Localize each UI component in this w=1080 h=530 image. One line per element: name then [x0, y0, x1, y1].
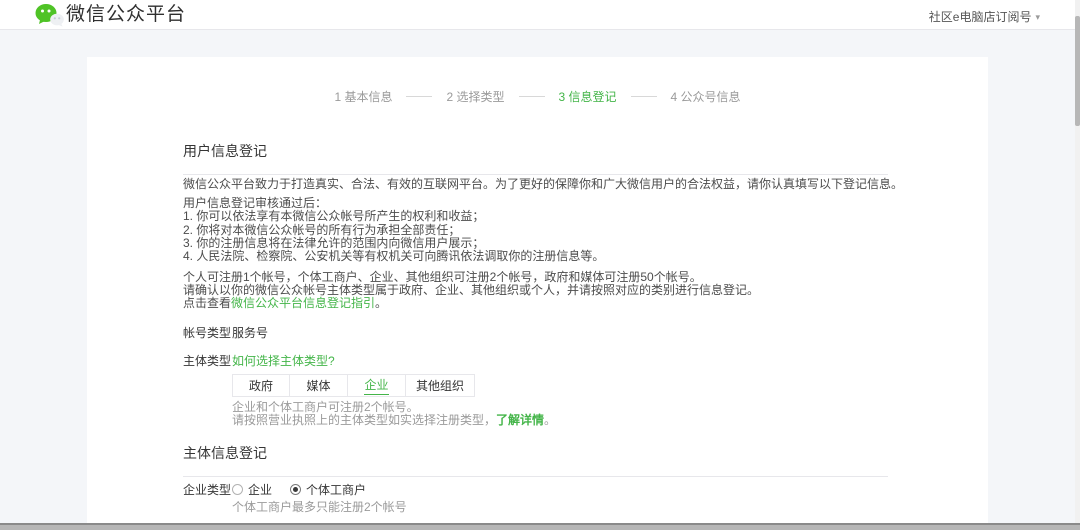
- scrollbar-track[interactable]: [1075, 0, 1080, 523]
- enterprise-type-options: 企业 个体工商户: [232, 481, 366, 498]
- top-header: 微信公众平台 社区e电脑店订阅号 ▾: [0, 0, 1080, 30]
- registration-guide-link[interactable]: 微信公众平台信息登记指引: [231, 296, 375, 310]
- audit-item-2: 2. 你将对本微信公众帐号的所有行为承担全部责任；: [183, 222, 461, 237]
- tab-government[interactable]: 政府: [232, 374, 290, 397]
- step-basic-info: 1 基本信息: [334, 90, 393, 104]
- tab-media[interactable]: 媒体: [290, 374, 348, 397]
- radio-option-individual-business[interactable]: 个体工商户: [290, 481, 366, 498]
- step-account-info: 4 公众号信息: [670, 90, 741, 104]
- guide-prefix: 点击查看: [183, 296, 232, 310]
- enterprise-type-label: 企业类型: [183, 483, 232, 497]
- license-note-text: 请按照营业执照上的主体类型如实选择注册类型，: [232, 413, 497, 427]
- page: 微信公众平台 社区e电脑店订阅号 ▾ 1 基本信息 2 选择类型 3 信息登记 …: [0, 0, 1080, 530]
- subject-info-heading: 主体信息登记: [183, 443, 888, 477]
- account-type-label: 帐号类型: [183, 326, 232, 340]
- subject-type-row: 主体类型 如何选择主体类型?: [183, 352, 335, 369]
- enterprise-type-note: 个体工商户最多只能注册2个帐号: [232, 500, 407, 514]
- wechat-logo-icon: [35, 3, 65, 27]
- guide-suffix: 。: [375, 296, 388, 310]
- step-separator: [630, 96, 657, 97]
- enterprise-type-row: 企业类型 企业 个体工商户: [183, 481, 366, 498]
- audit-item-1: 1. 你可以依法享有本微信公众帐号所产生的权利和收益；: [183, 209, 485, 224]
- scrollbar-thumb[interactable]: [1075, 16, 1080, 126]
- window-bottom-edge: [0, 523, 1080, 530]
- tab-note-license: 请按照营业执照上的主体类型如实选择注册类型，了解详情。: [232, 414, 556, 427]
- license-note-suffix: 。: [544, 413, 557, 427]
- subject-type-label: 主体类型: [183, 354, 232, 368]
- tab-other-organization[interactable]: 其他组织: [406, 374, 476, 397]
- step-separator: [518, 96, 545, 97]
- audit-notes: 用户信息登记审核通过后： 1. 你可以依法享有本微信公众帐号所产生的权利和收益；…: [183, 196, 903, 264]
- subject-type-help-link[interactable]: 如何选择主体类型?: [232, 352, 335, 369]
- intro-paragraph: 微信公众平台致力于打造真实、合法、有效的互联网平台。为了更好的保障你和广大微信用…: [183, 177, 904, 191]
- page-title: 微信公众平台: [66, 4, 187, 25]
- radio-selected-icon: [290, 484, 302, 495]
- account-name: 社区e电脑店订阅号: [928, 10, 1032, 24]
- user-info-heading: 用户信息登记: [183, 141, 888, 175]
- account-type-row: 帐号类型 服务号: [183, 324, 268, 341]
- guide-line: 点击查看微信公众平台信息登记指引。: [183, 297, 903, 310]
- radio-unselected-icon: [232, 484, 243, 495]
- registration-card: 1 基本信息 2 选择类型 3 信息登记 4 公众号信息 用户信息登记 微信公众…: [87, 57, 988, 523]
- account-switcher[interactable]: 社区e电脑店订阅号 ▾: [929, 8, 1040, 25]
- radio-option-enterprise[interactable]: 企业: [232, 481, 272, 498]
- step-choose-type: 2 选择类型: [446, 90, 505, 104]
- subject-type-tabs: 政府 媒体 企业 其他组织: [232, 374, 476, 397]
- quota-notes: 个人可注册1个帐号，个体工商户、企业、其他组织可注册2个帐号，政府和媒体可注册5…: [183, 271, 903, 310]
- learn-more-link[interactable]: 了解详情: [496, 413, 544, 427]
- step-separator: [406, 96, 433, 97]
- step-indicator: 1 基本信息 2 选择类型 3 信息登记 4 公众号信息: [87, 88, 988, 105]
- account-type-value: 服务号: [232, 326, 269, 340]
- audit-item-4: 4. 人民法院、检察院、公安机关等有权机关可向腾讯依法调取你的注册信息等。: [183, 249, 605, 264]
- chevron-down-icon: ▾: [1035, 11, 1040, 22]
- step-info-registration: 3 信息登记: [558, 90, 617, 104]
- tab-enterprise[interactable]: 企业: [348, 374, 406, 397]
